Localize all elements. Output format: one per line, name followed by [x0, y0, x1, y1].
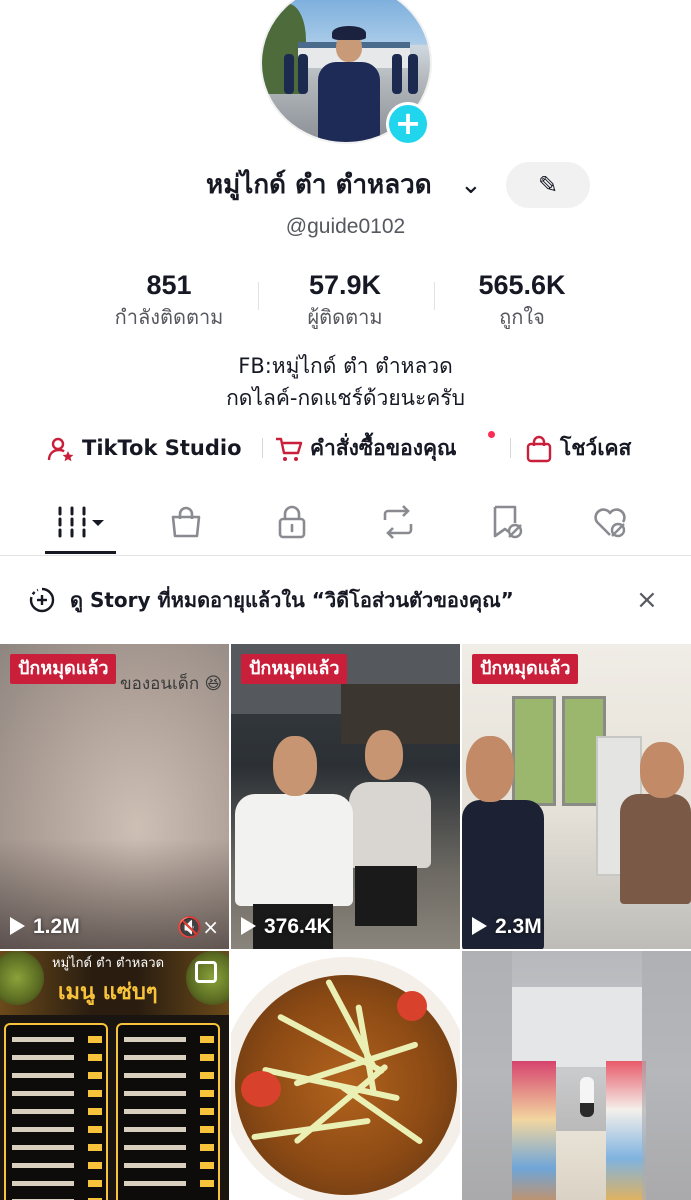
thumbnail-floor: [556, 1131, 606, 1200]
thumbnail-ceiling: [512, 987, 642, 1067]
display-name[interactable]: หมู่ไกด์ ตำ ตำหลวด: [206, 168, 432, 202]
chevron-down-icon[interactable]: ⌄: [460, 168, 482, 202]
avatar-container: +: [260, 0, 432, 146]
poster-title: เมนู แซ่บๆ: [58, 980, 158, 1005]
edit-profile-button[interactable]: ✎: [506, 162, 590, 208]
tab-favorites[interactable]: [470, 498, 542, 546]
play-icon: [10, 917, 25, 935]
name-row: หมู่ไกด์ ตำ ตำหลวด ⌄ ✎: [0, 162, 691, 208]
selected-tab-indicator: [45, 551, 116, 554]
liked-icon: [594, 508, 626, 538]
view-count: 1.2M: [10, 913, 80, 941]
thumbnail-person: [580, 1077, 594, 1117]
thumbnail-tomato: [241, 1071, 281, 1107]
cart-icon: [276, 437, 303, 461]
view-count: 376.4K: [241, 913, 332, 941]
thumbnail-tomato: [397, 991, 427, 1021]
username: @guide0102: [285, 215, 406, 238]
stat-likes[interactable]: 565.6K ถูกใจ: [450, 268, 594, 332]
avatar-bg-person: [392, 54, 402, 94]
showcase-link[interactable]: โชว์เคส: [524, 430, 631, 466]
orders-link[interactable]: คำสั่งซื้อของคุณ: [274, 430, 457, 466]
menu-panel: [116, 1023, 220, 1200]
repost-icon: [383, 505, 413, 539]
thumbnail-shelf: [512, 1061, 556, 1200]
pinned-badge: ปักหมุดแล้ว: [241, 654, 348, 684]
view-count: 2.3M: [472, 913, 542, 941]
video-tile[interactable]: [462, 951, 691, 1200]
stat-followers[interactable]: 57.9K ผู้ติดตาม: [274, 268, 416, 332]
avatar-bg-person: [408, 54, 418, 94]
menu-panel: [4, 1023, 108, 1200]
poster-subtitle: หมู่ไกด์ ตำ ตำหลวด: [52, 956, 165, 971]
shopping-bag-icon: [526, 435, 552, 463]
notification-dot: [488, 431, 495, 438]
tab-videos[interactable]: [44, 498, 116, 546]
orders-label: คำสั่งซื้อของคุณ: [310, 436, 457, 460]
video-tile[interactable]: [231, 951, 460, 1200]
favorites-icon: [493, 505, 523, 539]
videos-grid-icon: [58, 506, 104, 538]
avatar-person: [318, 26, 380, 142]
play-icon: [241, 917, 256, 935]
tab-shop[interactable]: [150, 498, 222, 546]
photo-carousel-icon: [195, 961, 217, 983]
tab-private[interactable]: [256, 498, 328, 546]
profile-tabs: [0, 492, 691, 556]
story-banner[interactable]: ดู Story ที่หมดอายุแล้วใน “วิดีโอส่วนตัว…: [0, 574, 691, 626]
tiktok-studio-label: TikTok Studio: [82, 436, 242, 460]
showcase-label: โชว์เคส: [560, 436, 632, 460]
thumbnail-shelf: [606, 1061, 646, 1200]
pinned-badge: ปักหมุดแล้ว: [472, 654, 579, 684]
video-tile[interactable]: หมู่ไกด์ ตำ ตำหลวด เมนู แซ่บๆ: [0, 951, 229, 1200]
tiktok-studio-link[interactable]: TikTok Studio: [46, 430, 242, 466]
stat-likes-value: 565.6K: [478, 270, 566, 300]
link-divider: [262, 438, 263, 458]
video-grid: ของอนเด็ก 😆 ปักหมุดแล้ว 1.2M 🔇× ปักหมุดแ…: [0, 644, 691, 1200]
play-icon: [472, 917, 487, 935]
story-banner-text: ดู Story ที่หมดอายุแล้วใน “วิดีโอส่วนตัว…: [70, 588, 514, 612]
tab-liked[interactable]: [574, 498, 646, 546]
link-divider: [510, 438, 511, 458]
profile-stats: 851 กำลังติดตาม 57.9K ผู้ติดตาม 565.6K ถ…: [98, 268, 598, 338]
video-tile[interactable]: ของอนเด็ก 😆 ปักหมุดแล้ว 1.2M 🔇×: [0, 644, 229, 949]
bio: FB:หมู่ไกด์ ตำ ตำหลวด กดไลค์-กดแชร์ด้วยน…: [0, 350, 691, 414]
stat-divider: [434, 282, 435, 310]
pencil-icon: ✎: [537, 171, 559, 199]
lock-icon: [278, 505, 306, 539]
video-tile[interactable]: ปักหมุดแล้ว 2.3M: [462, 644, 691, 949]
avatar-bg-person: [298, 54, 308, 94]
muted-icon: 🔇×: [177, 915, 219, 939]
stat-following-label: กำลังติดตาม: [114, 305, 224, 329]
video-tile[interactable]: ปักหมุดแล้ว 376.4K: [231, 644, 460, 949]
stat-followers-value: 57.9K: [308, 270, 382, 300]
stat-following-value: 851: [146, 270, 192, 300]
thumbnail-person: [620, 742, 691, 949]
thumbnail-blur: [462, 951, 512, 1200]
person-star-icon: [47, 437, 74, 462]
stat-divider: [258, 282, 259, 310]
stat-following[interactable]: 851 กำลังติดตาม: [98, 268, 240, 332]
close-icon[interactable]: ×: [636, 584, 658, 616]
profile-links: TikTok Studio คำสั่งซื้อของคุณ โชว์เคส: [0, 430, 691, 466]
bio-line: กดไลค์-กดแชร์ด้วยนะครับ: [226, 386, 465, 410]
tab-reposts[interactable]: [362, 498, 434, 546]
add-story-button[interactable]: +: [386, 102, 430, 146]
stat-likes-label: ถูกใจ: [499, 305, 545, 329]
story-add-icon: [29, 587, 55, 613]
avatar-bg-person: [284, 54, 294, 94]
video-caption-overlay: ของอนเด็ก 😆: [120, 674, 223, 694]
stat-followers-label: ผู้ติดตาม: [307, 305, 383, 329]
shop-bag-icon: [171, 506, 201, 538]
pinned-badge: ปักหมุดแล้ว: [10, 654, 117, 684]
bio-line: FB:หมู่ไกด์ ตำ ตำหลวด: [238, 354, 453, 378]
thumbnail-blur: [642, 951, 691, 1200]
